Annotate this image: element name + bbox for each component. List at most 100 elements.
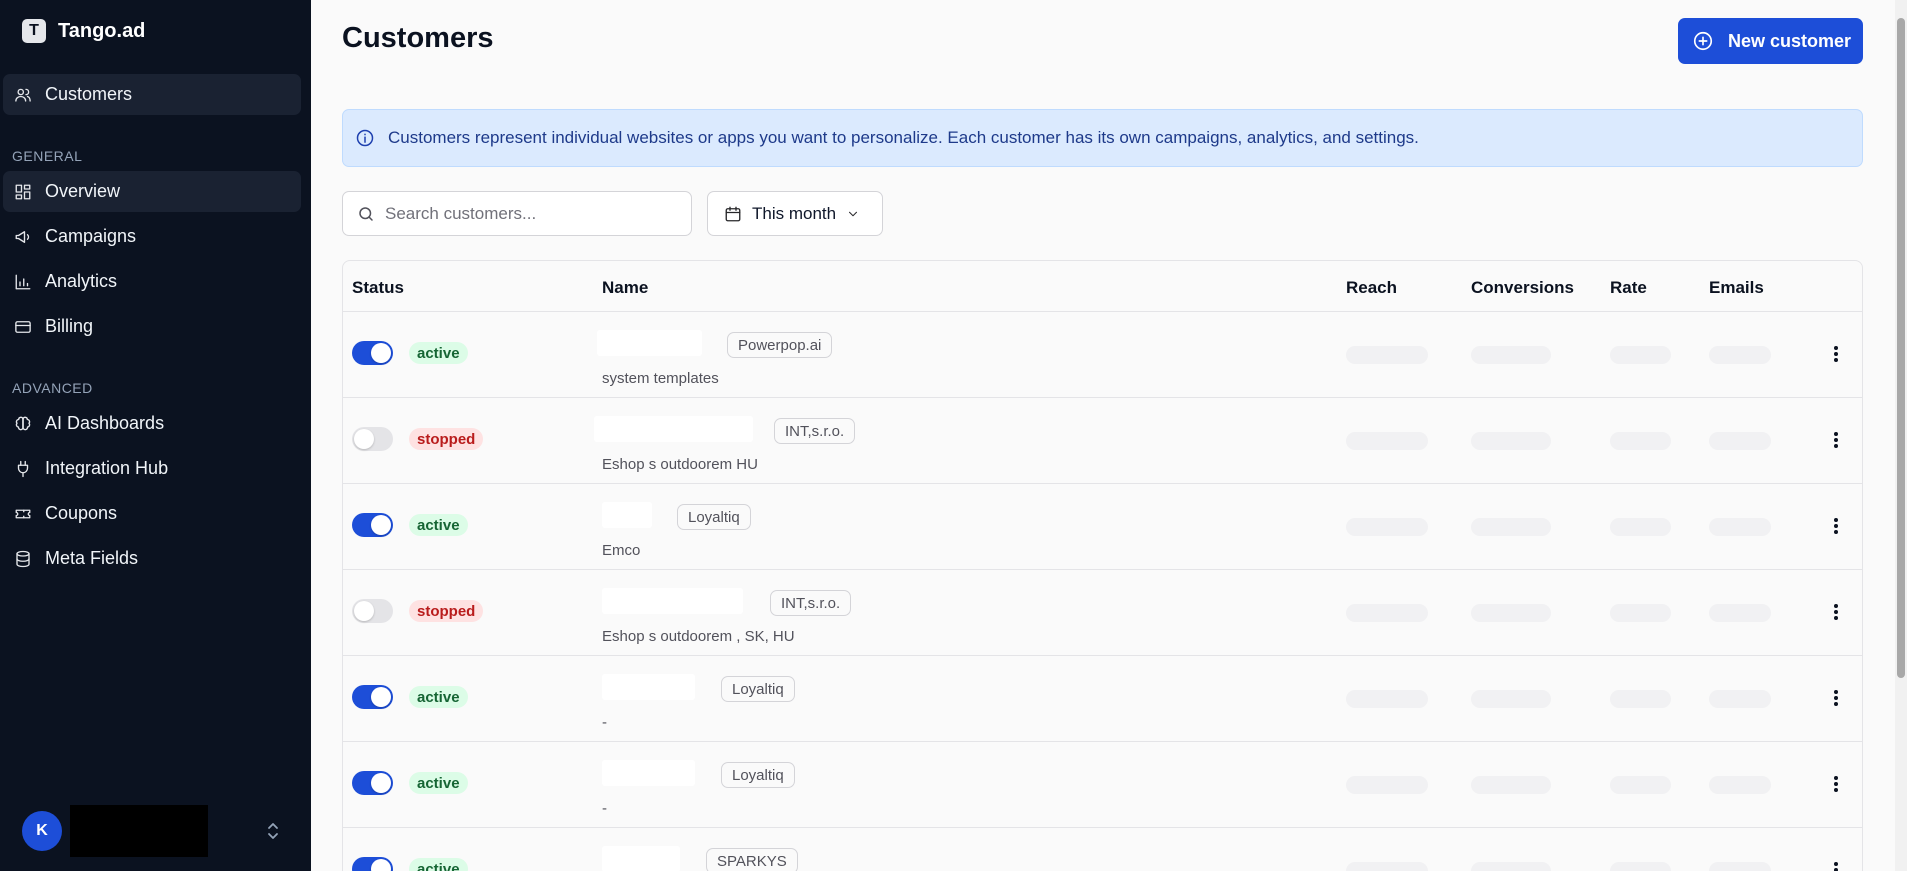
rate-skeleton xyxy=(1610,776,1671,794)
more-vertical-icon xyxy=(1834,604,1838,620)
conversions-skeleton xyxy=(1471,776,1551,794)
customer-name-redacted[interactable] xyxy=(602,502,652,528)
search-input[interactable] xyxy=(385,203,665,224)
col-status[interactable]: Status xyxy=(352,278,404,298)
rate-skeleton xyxy=(1610,690,1671,708)
table-row[interactable]: active Loyaltiq Emco xyxy=(343,484,1862,570)
app-root: T Tango.ad Customers GENERAL Overview Ca… xyxy=(0,0,1907,871)
toggle-knob xyxy=(354,429,374,449)
organization-tag: INT,s.r.o. xyxy=(774,418,856,444)
sidebar-item-analytics[interactable]: Analytics xyxy=(3,261,301,302)
sidebar-item-customers[interactable]: Customers xyxy=(3,74,301,115)
emails-skeleton xyxy=(1709,776,1771,794)
user-menu[interactable]: K xyxy=(0,791,311,871)
customer-subtitle: Eshop s outdoorem , SK, HU xyxy=(602,628,795,645)
sidebar-item-ai-dashboards[interactable]: AI Dashboards xyxy=(3,403,301,444)
col-emails[interactable]: Emails xyxy=(1709,278,1764,298)
status-toggle[interactable] xyxy=(352,513,393,537)
status-toggle[interactable] xyxy=(352,857,393,871)
page-title: Customers xyxy=(342,22,494,54)
user-name-redacted xyxy=(70,805,208,857)
status-toggle[interactable] xyxy=(352,427,393,451)
organization-tag: Powerpop.ai xyxy=(727,332,833,358)
plug-icon xyxy=(14,460,32,478)
reach-skeleton xyxy=(1346,690,1428,708)
sidebar-item-label: Billing xyxy=(45,316,94,336)
sidebar-item-meta-fields[interactable]: Meta Fields xyxy=(3,538,301,579)
table-row[interactable]: active Loyaltiq - xyxy=(343,656,1862,742)
emails-skeleton xyxy=(1709,690,1771,708)
status-toggle[interactable] xyxy=(352,341,393,365)
date-filter-button[interactable]: This month xyxy=(707,191,883,236)
status-toggle[interactable] xyxy=(352,685,393,709)
table-row[interactable]: stopped INT,s.r.o. Eshop s outdoorem HU xyxy=(343,398,1862,484)
table-row[interactable]: active SPARKYS xyxy=(343,828,1862,871)
brain-icon xyxy=(14,415,32,433)
organization-tag: INT,s.r.o. xyxy=(770,590,852,616)
customer-name-redacted[interactable] xyxy=(602,760,695,786)
col-reach[interactable]: Reach xyxy=(1346,278,1397,298)
organization-tag: Loyaltiq xyxy=(721,676,795,702)
sidebar-item-overview[interactable]: Overview xyxy=(3,171,301,212)
emails-skeleton xyxy=(1709,432,1771,450)
info-text: Customers represent individual websites … xyxy=(388,128,1419,147)
credit-card-icon xyxy=(14,318,32,336)
status-badge: stopped xyxy=(409,428,484,450)
emails-skeleton xyxy=(1709,862,1771,871)
scrollbar[interactable] xyxy=(1895,0,1907,871)
toggle-knob xyxy=(371,859,391,871)
conversions-skeleton xyxy=(1471,862,1551,871)
reach-skeleton xyxy=(1346,346,1428,364)
toggle-knob xyxy=(371,515,391,535)
toggle-knob xyxy=(354,601,374,621)
sidebar-item-label: Coupons xyxy=(45,503,118,523)
col-name[interactable]: Name xyxy=(602,278,648,298)
customer-name-redacted[interactable] xyxy=(594,416,753,442)
calendar-icon xyxy=(725,206,741,221)
more-vertical-icon xyxy=(1834,518,1838,534)
more-vertical-icon xyxy=(1834,432,1838,448)
status-toggle[interactable] xyxy=(352,771,393,795)
scrollbar-thumb[interactable] xyxy=(1897,18,1905,678)
avatar: K xyxy=(22,811,62,851)
row-actions-button[interactable] xyxy=(1826,514,1846,538)
customer-name-redacted[interactable] xyxy=(597,330,702,356)
status-toggle[interactable] xyxy=(352,599,393,623)
sidebar-item-integration-hub[interactable]: Integration Hub xyxy=(3,448,301,489)
row-actions-button[interactable] xyxy=(1826,600,1846,624)
row-actions-button[interactable] xyxy=(1826,686,1846,710)
row-actions-button[interactable] xyxy=(1826,858,1846,871)
status-badge: active xyxy=(409,514,468,536)
table-row[interactable]: active Powerpop.ai system templates xyxy=(343,312,1862,398)
chevrons-up-down-icon[interactable] xyxy=(265,821,281,841)
sidebar-item-billing[interactable]: Billing xyxy=(3,306,301,347)
sidebar-item-campaigns[interactable]: Campaigns xyxy=(3,216,301,257)
conversions-skeleton xyxy=(1471,604,1551,622)
col-rate[interactable]: Rate xyxy=(1610,278,1647,298)
sidebar-item-coupons[interactable]: Coupons xyxy=(3,493,301,534)
col-conversions[interactable]: Conversions xyxy=(1471,278,1574,298)
rate-skeleton xyxy=(1610,604,1671,622)
section-label-advanced: ADVANCED xyxy=(12,380,93,396)
customer-name-redacted[interactable] xyxy=(602,846,680,871)
reach-skeleton xyxy=(1346,604,1428,622)
status-badge: stopped xyxy=(409,600,484,622)
sidebar-item-label: Integration Hub xyxy=(45,458,169,478)
customer-name-redacted[interactable] xyxy=(602,674,695,700)
customer-name-redacted[interactable] xyxy=(602,588,743,614)
conversions-skeleton xyxy=(1471,432,1551,450)
row-actions-button[interactable] xyxy=(1826,342,1846,366)
ticket-icon xyxy=(14,505,32,523)
row-actions-button[interactable] xyxy=(1826,772,1846,796)
status-badge: active xyxy=(409,686,468,708)
row-actions-button[interactable] xyxy=(1826,428,1846,452)
customer-subtitle: - xyxy=(602,714,607,731)
customer-subtitle: system templates xyxy=(602,370,719,387)
sidebar-item-label: Customers xyxy=(45,84,133,104)
table-row[interactable]: active Loyaltiq - xyxy=(343,742,1862,828)
brand[interactable]: T Tango.ad xyxy=(0,0,311,62)
search-box xyxy=(342,191,692,236)
chevron-down-icon xyxy=(849,211,858,216)
new-customer-button[interactable]: New customer xyxy=(1678,18,1863,64)
table-row[interactable]: stopped INT,s.r.o. Eshop s outdoorem , SK,… xyxy=(343,570,1862,656)
